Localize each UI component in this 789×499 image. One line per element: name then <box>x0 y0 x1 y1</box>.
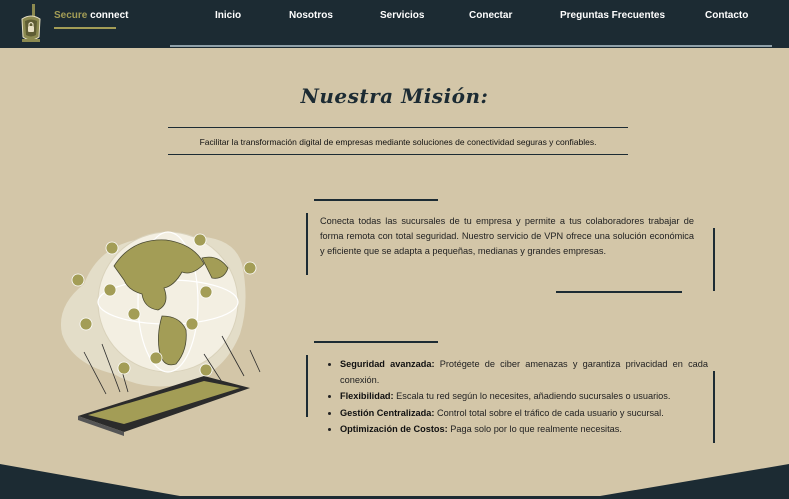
globe-illustration <box>60 231 261 436</box>
decor-bar <box>713 371 715 443</box>
tagline-top-rule <box>168 127 628 128</box>
navbar: Secure connect Inicio Nosotros Servicios… <box>0 0 789 48</box>
service-description: Conecta todas las sucursales de tu empre… <box>320 216 694 256</box>
nav-link-servicios[interactable]: Servicios <box>380 10 424 21</box>
brand-underline <box>54 27 116 29</box>
feature-item: Flexibilidad: Escala tu red según lo nec… <box>340 389 708 405</box>
nav-link-nosotros[interactable]: Nosotros <box>289 10 333 21</box>
feature-text: Escala tu red según lo necesites, añadie… <box>396 391 671 401</box>
mate-cup-logo-icon[interactable] <box>18 3 44 45</box>
mission-title: Nuestra Misión: <box>300 84 489 108</box>
nav-link-conectar[interactable]: Conectar <box>469 10 512 21</box>
nav-link-contacto[interactable]: Contacto <box>705 10 748 21</box>
feature-title: Seguridad avanzada: <box>340 359 435 369</box>
feature-title: Optimización de Costos: <box>340 424 448 434</box>
nav-link-preguntas-frecuentes[interactable]: Preguntas Frecuentes <box>560 10 665 21</box>
mission-tagline: Facilitar la transformación digital de e… <box>199 137 597 147</box>
feature-item: Gestión Centralizada: Control total sobr… <box>340 406 708 422</box>
decor-bar <box>556 291 682 293</box>
decor-bar <box>314 341 438 343</box>
feature-item: Seguridad avanzada: Protégete de ciber a… <box>340 357 708 388</box>
nav-link-inicio[interactable]: Inicio <box>215 10 241 21</box>
feature-title: Gestión Centralizada: <box>340 407 435 418</box>
brand-part-1: Secure <box>54 10 88 21</box>
decor-bar <box>314 199 438 201</box>
feature-title: Flexibilidad: <box>340 391 394 401</box>
feature-text: Paga solo por lo que realmente necesitas… <box>450 424 622 434</box>
features-list: Seguridad avanzada: Protégete de ciber a… <box>326 357 708 439</box>
decor-bar <box>713 228 715 291</box>
footer-wave <box>0 464 789 499</box>
feature-text: Control total sobre el tráfico de cada u… <box>437 407 664 418</box>
decor-bar <box>306 213 308 275</box>
tagline-bottom-rule <box>168 154 628 155</box>
brand-part-2: connect <box>90 10 129 21</box>
feature-item: Optimización de Costos: Paga solo por lo… <box>340 422 708 438</box>
brand-name[interactable]: Secure connect <box>54 10 128 21</box>
nav-divider <box>170 45 772 47</box>
decor-bar <box>306 355 308 417</box>
